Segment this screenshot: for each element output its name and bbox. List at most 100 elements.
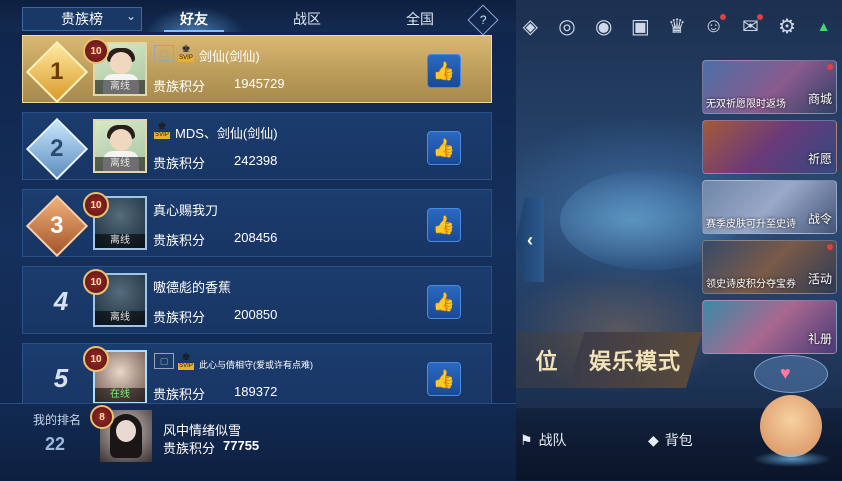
bag-icon: ◆ [648, 431, 659, 448]
like-button[interactable]: 👍 [427, 54, 461, 88]
pet-companion[interactable]: ♥ [752, 355, 832, 470]
gift-book-button[interactable]: 礼册 [702, 300, 837, 354]
score-label: 贵族积分 [153, 79, 206, 94]
frame-icon: ▢ [154, 45, 174, 61]
tab-region[interactable]: 战区 [257, 6, 357, 32]
mail-icon[interactable]: ✉ [732, 8, 769, 44]
my-score-label: 贵族积分 [163, 441, 216, 456]
score-value: 189372 [234, 384, 278, 399]
score-label: 贵族积分 [153, 156, 206, 171]
like-button[interactable]: 👍 [427, 208, 461, 242]
svip-crown-icon: ♚ SVIP [154, 121, 170, 139]
team-label: 战队 [538, 432, 567, 448]
like-button[interactable]: 👍 [427, 362, 461, 396]
wifi-icon: ▲ [816, 18, 831, 34]
target-icon[interactable]: ◎ [549, 8, 586, 44]
score-value: 242398 [234, 153, 278, 168]
score-value: 208456 [234, 230, 278, 245]
score-label: 贵族积分 [153, 233, 206, 248]
noble-level-badge: 10 [83, 346, 109, 372]
tab-national[interactable]: 全国 [370, 6, 470, 32]
gear-icon[interactable]: ⚙ [769, 8, 806, 44]
heart-icon: ♥ [780, 363, 791, 383]
gift-book-label: 礼册 [807, 332, 832, 346]
leaderboard-row[interactable]: 3 离线 10 真心赐我刀 贵族积分 208456 👍 [22, 189, 492, 258]
score-label: 贵族积分 [153, 310, 206, 325]
noble-level-badge: 10 [83, 38, 109, 64]
rank-badge-bronze: 3 [25, 194, 89, 258]
board-type-dropdown[interactable]: 贵族榜 ⌄ [22, 7, 142, 31]
notify-dot [827, 244, 833, 250]
score-value: 200850 [234, 307, 278, 322]
notify-dot [827, 64, 833, 70]
status-label: 离线 [95, 80, 145, 94]
avatar[interactable]: 离线 [93, 119, 147, 173]
svip-tag: SVIP [154, 132, 170, 139]
bag-label: 背包 [664, 432, 693, 448]
pet-pad [752, 451, 832, 467]
rank-number: 1 [50, 57, 64, 85]
events-button[interactable]: 领史诗皮积分夺宝券 活动 [702, 240, 837, 294]
thumbs-up-icon: 👍 [432, 368, 456, 389]
leaderboard-row[interactable]: 4 离线 10 嗷德彪的香蕉 贵族积分 200850 👍 [22, 266, 492, 334]
wish-label: 祈愿 [807, 152, 832, 166]
my-player-name: 风中情绪似雪 [163, 423, 242, 438]
score-value: 1945729 [234, 76, 285, 91]
team-button[interactable]: ⚑ 战队 [520, 430, 567, 450]
player-name: 真心赐我刀 [153, 203, 219, 218]
noble-level-badge: 10 [83, 192, 109, 218]
frame-icon: ▢ [154, 353, 174, 369]
help-icon: ? [479, 13, 487, 27]
fun-mode-button[interactable]: 娱乐模式 [568, 332, 702, 388]
chevron-down-icon: ⌄ [125, 9, 136, 23]
thumbs-up-icon: 👍 [432, 214, 456, 235]
leaderboard-row[interactable]: 2 离线 ♚ SVIP MDS、剑仙(剑仙) 贵族积分 242398 👍 [22, 112, 492, 181]
vip-icons: ▢ ♚ SVIP [154, 44, 194, 62]
shop-sub: 无双祈愿限时返场 [706, 99, 786, 110]
battlepass-label: 战令 [807, 212, 832, 226]
svip-crown-icon: ♚ SVIP [178, 44, 194, 62]
thumbs-up-icon: 👍 [432, 291, 456, 312]
friends-icon[interactable]: ☺ [695, 8, 732, 44]
tab-bar: 贵族榜 ⌄ 好友 战区 全国 ? [0, 0, 516, 36]
ranking-icon[interactable]: ◈ [512, 8, 549, 44]
help-button[interactable]: ? [467, 4, 499, 36]
svip-tag: SVIP [178, 363, 194, 370]
dropdown-label: 贵族榜 [61, 11, 103, 27]
eye-icon[interactable]: ◉ [585, 8, 622, 44]
shop-label: 商城 [807, 92, 832, 106]
events-label: 活动 [807, 272, 832, 286]
like-button[interactable]: 👍 [427, 285, 461, 319]
status-label: 离线 [95, 157, 145, 171]
rank-number: 5 [53, 362, 69, 393]
events-sub: 领史诗皮积分夺宝券 [706, 279, 796, 290]
status-label: 离线 [95, 311, 145, 325]
my-rank-label: 我的排名 [33, 413, 82, 427]
tab-friends[interactable]: 好友 [144, 6, 244, 32]
side-buttons: 无双祈愿限时返场 商城 祈愿 赛季皮肤可升至史诗 战令 领史诗皮积分夺宝券 活动… [702, 60, 837, 360]
wish-button[interactable]: 祈愿 [702, 120, 837, 174]
player-name: MDS、剑仙(剑仙) [175, 126, 278, 141]
battlepass-button[interactable]: 赛季皮肤可升至史诗 战令 [702, 180, 837, 234]
like-button[interactable]: 👍 [427, 131, 461, 165]
rank-number: 4 [53, 285, 69, 316]
chevron-left-icon: ‹ [527, 229, 533, 250]
score-label: 贵族积分 [153, 387, 206, 402]
status-label: 离线 [95, 234, 145, 248]
noble-level-badge: 10 [83, 269, 109, 295]
leaderboard-row[interactable]: 5 在线 10 ▢ ♚ SVIP 此心与倩相守(爱或许有点难) 贵族积分 1893… [22, 343, 492, 411]
thumbs-up-icon: 👍 [432, 137, 456, 158]
my-noble-level-badge: 8 [90, 405, 114, 429]
leaderboard-panel: 贵族榜 ⌄ 好友 战区 全国 ? 1 离线 10 ▢ ♚ SVIP 剑仙(剑仙) … [0, 0, 516, 481]
shop-button[interactable]: 无双祈愿限时返场 商城 [702, 60, 837, 114]
leaderboard-row[interactable]: 1 离线 10 ▢ ♚ SVIP 剑仙(剑仙) 贵族积分 1945729 👍 [22, 35, 492, 104]
rank-badge-silver: 2 [25, 117, 89, 181]
bag-button[interactable]: ◆ 背包 [648, 430, 693, 450]
vip-icons: ♚ SVIP [154, 121, 170, 139]
battlepass-sub: 赛季皮肤可升至史诗 [706, 219, 796, 230]
chat-icon[interactable]: ▣ [622, 8, 659, 44]
thumbs-up-icon: 👍 [432, 60, 456, 81]
player-name: 剑仙(剑仙) [199, 49, 260, 64]
top-icon-bar: ◈ ◎ ◉ ▣ ♛ ☺ ✉ ⚙ ▲ [512, 6, 842, 46]
trophy-icon[interactable]: ♛ [659, 8, 696, 44]
